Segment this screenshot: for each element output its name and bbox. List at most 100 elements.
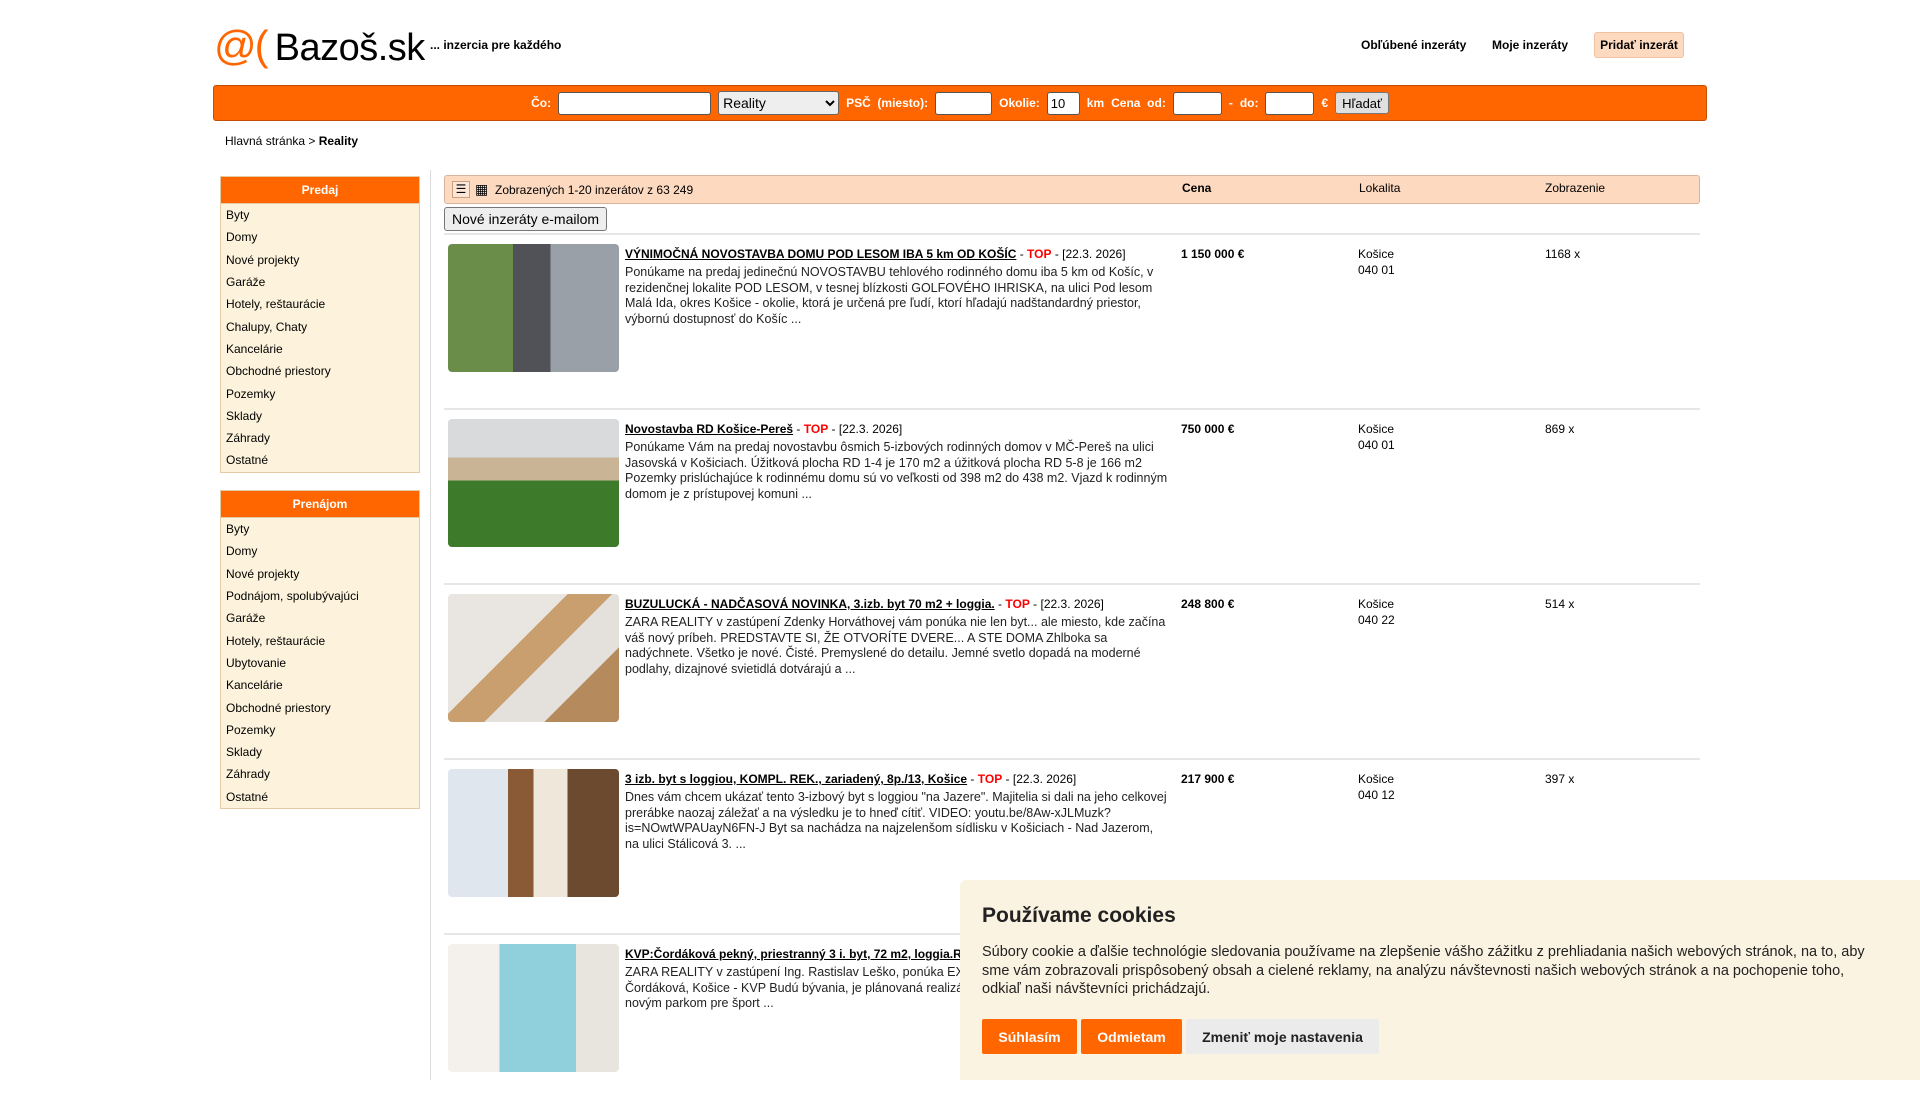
listing-description: ZARA REALITY v zastúpení Zdenky Horvátho… xyxy=(625,615,1166,676)
sidebar-item[interactable]: Sklady xyxy=(221,405,419,427)
listing-date: [22.3. 2026] xyxy=(1040,597,1104,611)
cookie-settings-button[interactable]: Zmeniť moje nastavenia xyxy=(1186,1019,1379,1054)
sidebar-item[interactable]: Domy xyxy=(221,540,419,562)
sidebar-item[interactable]: Pozemky xyxy=(221,719,419,741)
sidebar-predaj-title: Predaj xyxy=(221,177,419,204)
listing-views: 397 x xyxy=(1545,772,1575,786)
sidebar-item[interactable]: Garáže xyxy=(221,607,419,629)
listing-title-line: 3 izb. byt s loggiou, KOMPL. REK., zaria… xyxy=(625,772,1077,786)
sidebar-item[interactable]: Domy xyxy=(221,226,419,248)
sidebar-item[interactable]: Pozemky xyxy=(221,382,419,404)
listing-views: 514 x xyxy=(1545,597,1575,611)
my-ads-link[interactable]: Moje inzeráty xyxy=(1492,38,1568,52)
listing-title-line: BUZULUCKÁ - NADČASOVÁ NOVINKA, 3.izb. by… xyxy=(625,597,1104,611)
listing-title-link[interactable]: BUZULUCKÁ - NADČASOVÁ NOVINKA, 3.izb. by… xyxy=(625,597,995,611)
listing-price: 750 000 € xyxy=(1181,422,1235,436)
search-bar: Čo: Reality PSČ (miesto): Okolie: km Cen… xyxy=(213,85,1707,121)
okolie-input[interactable] xyxy=(1046,91,1080,115)
sidebar-item[interactable]: Ostatné xyxy=(221,786,419,808)
col-cena[interactable]: Cena xyxy=(1182,181,1211,195)
list-header: ☰ ▦ Zobrazených 1-20 inzerátov z 63 249 … xyxy=(444,175,1700,204)
sidebar-item[interactable]: Obchodné priestory xyxy=(221,696,419,718)
listing-location: Košice 040 12 xyxy=(1358,772,1395,803)
sidebar-item[interactable]: Byty xyxy=(221,204,419,226)
listing-location: Košice 040 22 xyxy=(1358,597,1395,628)
breadcrumb-sep: > xyxy=(305,134,319,148)
logo[interactable]: @( Bazoš.sk xyxy=(214,22,425,70)
price-to-input[interactable] xyxy=(1265,91,1315,115)
search-button[interactable]: Hľadať xyxy=(1335,92,1389,114)
search-input[interactable] xyxy=(558,91,712,115)
listing-title-line: VÝNIMOČNÁ NOVOSTAVBA DOMU POD LESOM IBA … xyxy=(625,247,1126,261)
sidebar-item[interactable]: Záhrady xyxy=(221,763,419,785)
email-alert-button[interactable]: Nové inzeráty e-mailom xyxy=(444,207,608,231)
listing-price: 1 150 000 € xyxy=(1181,247,1245,261)
tagline: ... inzercia pre každého xyxy=(430,38,562,52)
listing-zip: 040 01 xyxy=(1358,437,1395,452)
col-zobrazenie[interactable]: Zobrazenie xyxy=(1545,181,1605,195)
psc-input[interactable] xyxy=(935,91,993,115)
listing-location: Košice 040 01 xyxy=(1358,422,1395,453)
top-badge: TOP xyxy=(1005,597,1030,611)
sidebar-item[interactable]: Garáže xyxy=(221,271,419,293)
list-view-icon[interactable]: ☰ xyxy=(452,181,470,198)
divider xyxy=(430,170,431,1080)
sidebar-item[interactable]: Záhrady xyxy=(221,427,419,449)
listing-thumbnail[interactable] xyxy=(448,419,619,547)
col-lokalita[interactable]: Lokalita xyxy=(1359,181,1400,195)
sidebar-item[interactable]: Nové projekty xyxy=(221,563,419,585)
listing-city: Košice xyxy=(1358,422,1395,436)
listing-date: [22.3. 2026] xyxy=(1062,247,1126,261)
cookie-reject-button[interactable]: Odmietam xyxy=(1081,1019,1182,1054)
breadcrumb-current: Reality xyxy=(318,134,359,148)
sidebar-prenajom: Prenájom Byty Domy Nové projekty Podnájom, … xyxy=(220,490,420,809)
sidebar-item[interactable]: Hotely, reštaurácie xyxy=(221,293,419,315)
sidebar-item[interactable]: Ostatné xyxy=(221,449,419,471)
logo-at: @( xyxy=(214,22,269,69)
listing-date: [22.3. 2026] xyxy=(1012,772,1077,786)
sidebar-item[interactable]: Byty xyxy=(221,518,419,540)
listing-row: Novostavba RD Košice-Pereš - TOP - [22.3… xyxy=(444,408,1700,583)
sidebar-item[interactable]: Chalupy, Chaty xyxy=(221,315,419,337)
logo-name: Bazoš.sk xyxy=(274,27,426,69)
cookie-title: Používame cookies xyxy=(982,904,1176,927)
listing-title-link[interactable]: VÝNIMOČNÁ NOVOSTAVBA DOMU POD LESOM IBA … xyxy=(625,247,1016,261)
listing-title-link[interactable]: Novostavba RD Košice-Pereš xyxy=(625,422,793,436)
listing-title-line: Novostavba RD Košice-Pereš - TOP - [22.3… xyxy=(625,422,903,436)
co-label: Čo: xyxy=(531,96,552,110)
sidebar-item[interactable]: Podnájom, spolubývajúci xyxy=(221,585,419,607)
listing-zip: 040 01 xyxy=(1358,262,1395,277)
price-from-label: Cena od: xyxy=(1111,96,1166,110)
sidebar-item[interactable]: Obchodné priestory xyxy=(221,360,419,382)
listing-thumbnail[interactable] xyxy=(448,594,619,722)
listing-thumbnail[interactable] xyxy=(448,944,619,1072)
add-ad-button[interactable]: Pridať inzerát xyxy=(1594,32,1684,58)
sidebar-item[interactable]: Hotely, reštaurácie xyxy=(221,629,419,651)
sidebar-item[interactable]: Ubytovanie xyxy=(221,652,419,674)
listing-title-link[interactable]: 3 izb. byt s loggiou, KOMPL. REK., zaria… xyxy=(625,772,967,786)
sidebar-item[interactable]: Kancelárie xyxy=(221,338,419,360)
top-badge: TOP xyxy=(977,772,1003,786)
sidebar-item[interactable]: Nové projekty xyxy=(221,249,419,271)
dash: - xyxy=(1228,96,1233,110)
listing-price: 217 900 € xyxy=(1181,772,1235,786)
price-to-label: do: xyxy=(1239,96,1259,110)
favorites-link[interactable]: Obľúbené inzeráty xyxy=(1361,38,1466,52)
listing-date: [22.3. 2026] xyxy=(838,422,903,436)
category-select[interactable]: Reality xyxy=(718,91,840,115)
listing-thumbnail[interactable] xyxy=(448,244,619,372)
listing-title-link[interactable]: KVP:Čordáková pekný, priestranný 3 i. by… xyxy=(625,947,962,961)
listing-views: 1168 x xyxy=(1545,247,1581,261)
grid-view-icon[interactable]: ▦ xyxy=(475,181,488,198)
listing-thumbnail[interactable] xyxy=(448,769,619,897)
breadcrumb: Hlavná stránka > Reality xyxy=(225,134,358,148)
price-from-input[interactable] xyxy=(1172,91,1222,115)
breadcrumb-home[interactable]: Hlavná stránka xyxy=(225,134,305,148)
sidebar-item[interactable]: Sklady xyxy=(221,741,419,763)
sidebar-prenajom-title: Prenájom xyxy=(221,491,419,518)
cookie-accept-button[interactable]: Súhlasím xyxy=(982,1019,1077,1054)
sidebar-item[interactable]: Kancelárie xyxy=(221,674,419,696)
cookie-banner: Používame cookies Súbory cookie a ďalšie… xyxy=(960,880,1920,1080)
listing-city: Košice xyxy=(1358,597,1395,611)
listing-city: Košice xyxy=(1358,247,1395,261)
